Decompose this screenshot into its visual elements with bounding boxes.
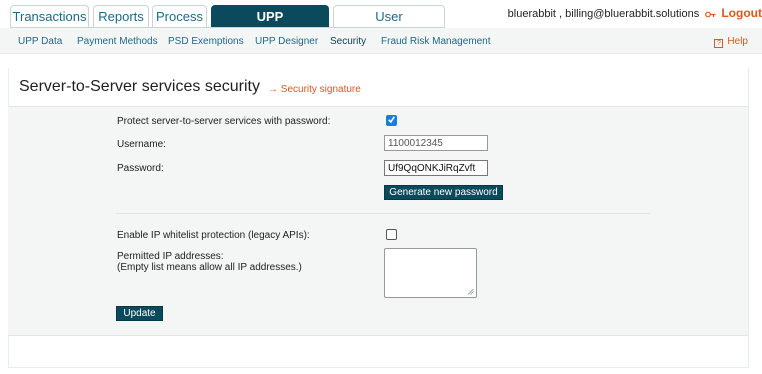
username-label: Username: <box>117 139 166 150</box>
tab-process[interactable]: Process <box>152 5 207 28</box>
subnav-payment-methods[interactable]: Payment Methods <box>77 36 158 47</box>
tab-transactions[interactable]: Transactions <box>10 5 89 28</box>
sub-navigation: UPP Data Payment Methods PSD Exemptions … <box>0 28 762 54</box>
permitted-ip-textarea[interactable] <box>384 248 477 298</box>
tab-upp-administration[interactable]: UPP Administration <box>211 5 329 46</box>
subnav-security[interactable]: Security <box>330 36 366 47</box>
ip-whitelist-label: Enable IP whitelist protection (legacy A… <box>117 230 310 241</box>
section-divider <box>116 213 650 214</box>
tab-user-administration[interactable]: User Administration <box>333 5 445 46</box>
update-button[interactable]: Update <box>116 306 163 321</box>
user-identity: bluerabbit , billing@bluerabbit.solution… <box>507 8 700 20</box>
user-info: bluerabbit , billing@bluerabbit.solution… <box>508 6 762 20</box>
permitted-ip-hint: (Empty list means allow all IP addresses… <box>117 262 302 273</box>
generate-password-button[interactable]: Generate new password <box>384 185 503 200</box>
ip-whitelist-checkbox[interactable] <box>386 229 397 240</box>
username-field[interactable] <box>384 135 488 151</box>
help-link[interactable]: ? Help <box>714 36 748 48</box>
subnav-upp-designer[interactable]: UPP Designer <box>255 36 318 47</box>
subnav-fraud-risk-management[interactable]: Fraud Risk Management <box>381 36 491 47</box>
key-icon <box>705 11 716 17</box>
help-icon: ? <box>714 39 724 48</box>
logout-link[interactable]: Logout <box>721 6 762 20</box>
resize-grip-icon[interactable] <box>467 288 474 295</box>
subnav-upp-data[interactable]: UPP Data <box>18 36 62 47</box>
help-label: Help <box>727 36 748 47</box>
protect-password-label: Protect server-to-server services with p… <box>117 116 331 127</box>
security-signature-link[interactable]: → Security signature <box>268 84 361 95</box>
password-label: Password: <box>117 163 164 174</box>
subnav-psd-exemptions[interactable]: PSD Exemptions <box>168 36 244 47</box>
page-title: Server-to-Server services security <box>19 78 260 95</box>
password-field[interactable] <box>384 160 488 176</box>
permitted-ip-label: Permitted IP addresses: <box>117 251 224 262</box>
tab-reports[interactable]: Reports <box>93 5 149 28</box>
protect-password-checkbox[interactable] <box>386 115 397 126</box>
check-icon <box>388 116 395 124</box>
